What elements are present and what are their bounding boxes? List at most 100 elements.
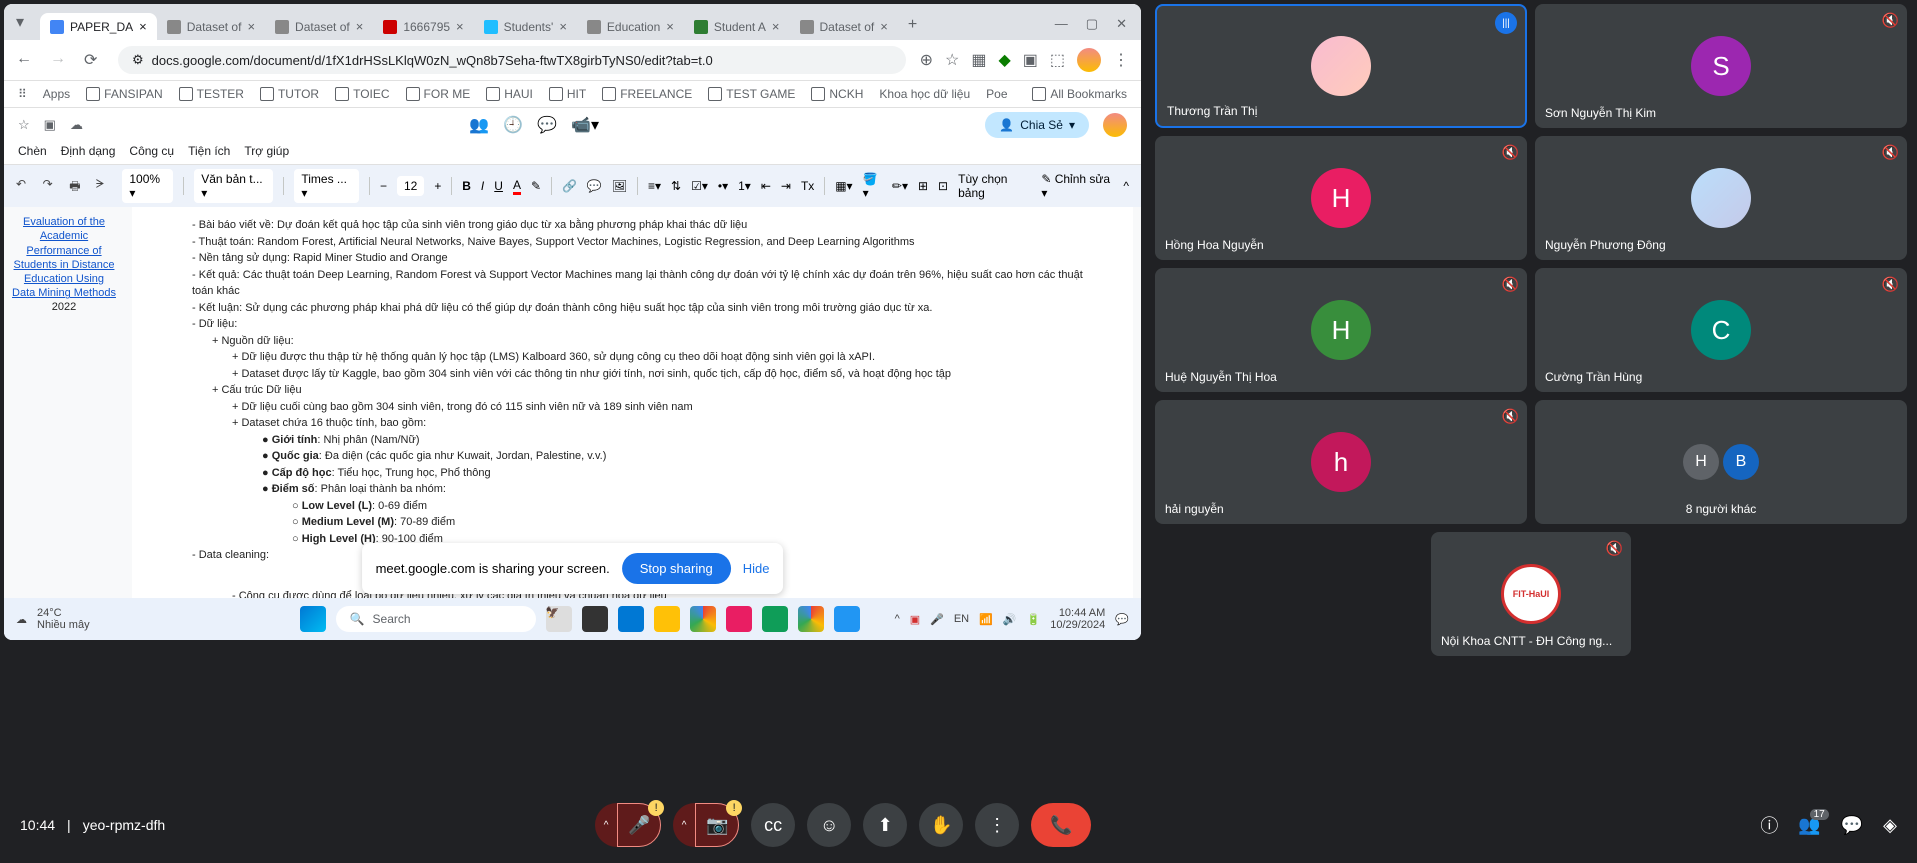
ext-icon[interactable]: ▣: [1023, 50, 1038, 70]
captions-button[interactable]: cc: [751, 803, 795, 847]
close-icon[interactable]: ×: [139, 19, 147, 34]
undo-icon[interactable]: ↶: [16, 177, 33, 195]
participant-tile[interactable]: H 🔇 Hồng Hoa Nguyễn: [1155, 136, 1527, 260]
meet-icon[interactable]: 📹▾: [571, 115, 599, 135]
collapse-icon[interactable]: ^: [1123, 179, 1129, 193]
participant-tile[interactable]: C 🔇 Cường Trần Hùng: [1535, 268, 1907, 392]
tray-icon[interactable]: ▣: [910, 613, 920, 626]
zoom-icon[interactable]: ⊕: [920, 50, 933, 70]
chat-icon[interactable]: 💬: [1841, 815, 1863, 836]
tab[interactable]: Dataset of×: [790, 13, 898, 40]
bookmark-item[interactable]: TESTER: [179, 87, 244, 101]
tab[interactable]: Student A×: [684, 13, 790, 40]
edit-mode-select[interactable]: ✎ Chỉnh sửa ▾: [1041, 172, 1113, 200]
cloud-icon[interactable]: ☁: [70, 117, 83, 133]
highlight-icon[interactable]: ✎: [531, 179, 541, 193]
ext-icon[interactable]: ◆: [998, 50, 1010, 70]
user-avatar-icon[interactable]: [1103, 113, 1127, 137]
apps-icon[interactable]: ⠿: [18, 87, 27, 101]
reload-icon[interactable]: ⟳: [84, 50, 104, 70]
line-spacing-icon[interactable]: ⇅: [671, 179, 681, 193]
bookmark-item[interactable]: FOR ME: [406, 87, 471, 101]
mic-toggle-button[interactable]: 🎤!: [617, 803, 661, 847]
ext-icon[interactable]: ▦: [971, 50, 986, 70]
bookmark-item[interactable]: TEST GAME: [708, 87, 795, 101]
taskbar-app-icon[interactable]: [726, 606, 752, 632]
mic-options-icon[interactable]: ^: [595, 803, 617, 847]
bookmark-item[interactable]: Poe: [986, 87, 1007, 101]
hide-link[interactable]: Hide: [743, 561, 770, 576]
tray-chevron-icon[interactable]: ^: [895, 613, 900, 625]
link-icon[interactable]: 🔗: [562, 179, 577, 193]
new-tab-icon[interactable]: +: [898, 10, 927, 40]
taskbar-search[interactable]: 🔍 Search: [336, 606, 536, 632]
participant-tile[interactable]: ||| Thương Trần Thị: [1155, 4, 1527, 128]
menu-item[interactable]: Định dạng: [61, 144, 116, 158]
camera-toggle-button[interactable]: 📷!: [695, 803, 739, 847]
font-select[interactable]: Times ... ▾: [294, 169, 359, 203]
star-icon[interactable]: ☆: [18, 117, 30, 133]
collab-icon[interactable]: 👥: [469, 115, 489, 135]
reactions-button[interactable]: ☺: [807, 803, 851, 847]
participant-tile[interactable]: H 🔇 Huệ Nguyễn Thị Hoa: [1155, 268, 1527, 392]
start-icon[interactable]: [300, 606, 326, 632]
bookmark-item[interactable]: NCKH: [811, 87, 863, 101]
raise-hand-button[interactable]: ✋: [919, 803, 963, 847]
tray-lang-icon[interactable]: EN: [954, 613, 969, 625]
participant-tile-overflow[interactable]: H B 8 người khác: [1535, 400, 1907, 524]
taskbar-app-icon[interactable]: [654, 606, 680, 632]
tab[interactable]: Dataset of×: [157, 13, 265, 40]
taskbar-app-icon[interactable]: [762, 606, 788, 632]
tray-mic-icon[interactable]: 🎤: [930, 613, 944, 626]
size-minus-icon[interactable]: −: [380, 179, 387, 193]
tab-search-icon[interactable]: ▾: [16, 12, 36, 32]
border-icon[interactable]: ▦▾: [835, 179, 852, 193]
bold-icon[interactable]: B: [462, 179, 471, 193]
image-icon[interactable]: 🖼: [612, 179, 627, 193]
paint-format-icon[interactable]: ᗒ: [96, 177, 113, 195]
border-color-icon[interactable]: ✏▾: [892, 179, 908, 193]
merge-icon[interactable]: ⊞: [918, 179, 928, 193]
menu-item[interactable]: Trợ giúp: [244, 144, 289, 158]
participant-tile[interactable]: h 🔇 hải nguyễn: [1155, 400, 1527, 524]
tab[interactable]: Dataset of×: [265, 13, 373, 40]
share-button[interactable]: 👤 Chia Sẻ ▾: [985, 112, 1089, 138]
style-select[interactable]: Văn bản t... ▾: [194, 169, 273, 203]
taskbar-app-icon[interactable]: 🦅: [546, 606, 572, 632]
people-icon[interactable]: 👥17: [1798, 815, 1820, 836]
tab-active[interactable]: PAPER_DA×: [40, 13, 157, 40]
activities-icon[interactable]: ◈: [1883, 815, 1897, 836]
bookmark-item[interactable]: Khoa học dữ liệu: [879, 87, 970, 101]
number-list-icon[interactable]: 1▾: [738, 179, 751, 193]
all-bookmarks[interactable]: All Bookmarks: [1032, 87, 1127, 101]
extensions-icon[interactable]: ⬚: [1050, 50, 1065, 70]
menu-item[interactable]: Công cụ: [129, 144, 174, 158]
taskbar-app-icon[interactable]: [690, 606, 716, 632]
font-size-input[interactable]: 12: [397, 176, 424, 196]
close-window-icon[interactable]: ✕: [1116, 16, 1127, 32]
participant-tile[interactable]: FIT-HaUI 🔇 Nội Khoa CNTT - ĐH Công ng...: [1431, 532, 1631, 656]
bullet-list-icon[interactable]: •▾: [718, 179, 728, 193]
back-icon[interactable]: ←: [16, 50, 36, 70]
tray-notif-icon[interactable]: 💬: [1115, 613, 1129, 626]
present-button[interactable]: ⬆: [863, 803, 907, 847]
comment-icon[interactable]: 💬: [537, 115, 557, 135]
history-icon[interactable]: 🕘: [503, 115, 523, 135]
tab[interactable]: 1666795×: [373, 13, 473, 40]
bookmark-item[interactable]: Apps: [43, 87, 70, 101]
weather-icon[interactable]: ☁: [16, 613, 27, 626]
menu-item[interactable]: Chèn: [18, 144, 47, 158]
taskbar-app-icon[interactable]: [798, 606, 824, 632]
tab[interactable]: Education×: [577, 13, 684, 40]
leave-call-button[interactable]: 📞: [1031, 803, 1091, 847]
minimize-icon[interactable]: —: [1055, 16, 1068, 32]
stop-sharing-button[interactable]: Stop sharing: [622, 553, 731, 584]
more-options-button[interactable]: ⋮: [975, 803, 1019, 847]
checklist-icon[interactable]: ☑▾: [691, 179, 708, 193]
indent-increase-icon[interactable]: ⇥: [781, 179, 791, 193]
taskbar-app-icon[interactable]: [618, 606, 644, 632]
italic-icon[interactable]: I: [481, 179, 484, 193]
cell-align-icon[interactable]: ⊡: [938, 179, 948, 193]
participant-tile[interactable]: S 🔇 Sơn Nguyễn Thị Kim: [1535, 4, 1907, 128]
move-icon[interactable]: ▣: [44, 117, 56, 133]
